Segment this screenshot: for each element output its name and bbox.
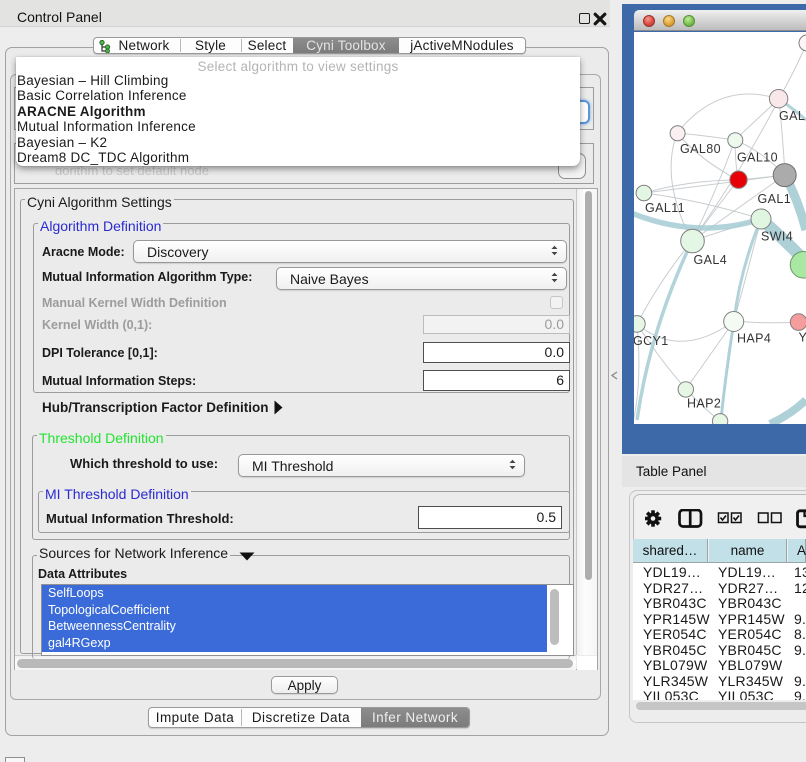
svg-text:Y: Y — [799, 331, 806, 345]
svg-text:GAL1: GAL1 — [758, 192, 792, 206]
svg-text:HAP2: HAP2 — [687, 397, 721, 411]
svg-text:SWI4: SWI4 — [761, 230, 793, 244]
svg-text:GCY1: GCY1 — [634, 334, 669, 348]
svg-text:GAL4: GAL4 — [694, 253, 728, 267]
svg-text:GAL11: GAL11 — [645, 201, 685, 215]
svg-text:GAL10: GAL10 — [737, 151, 778, 165]
svg-text:GAL80: GAL80 — [680, 142, 721, 156]
svg-text:GAL7: GAL7 — [779, 109, 806, 123]
svg-text:HAP4: HAP4 — [737, 332, 771, 346]
